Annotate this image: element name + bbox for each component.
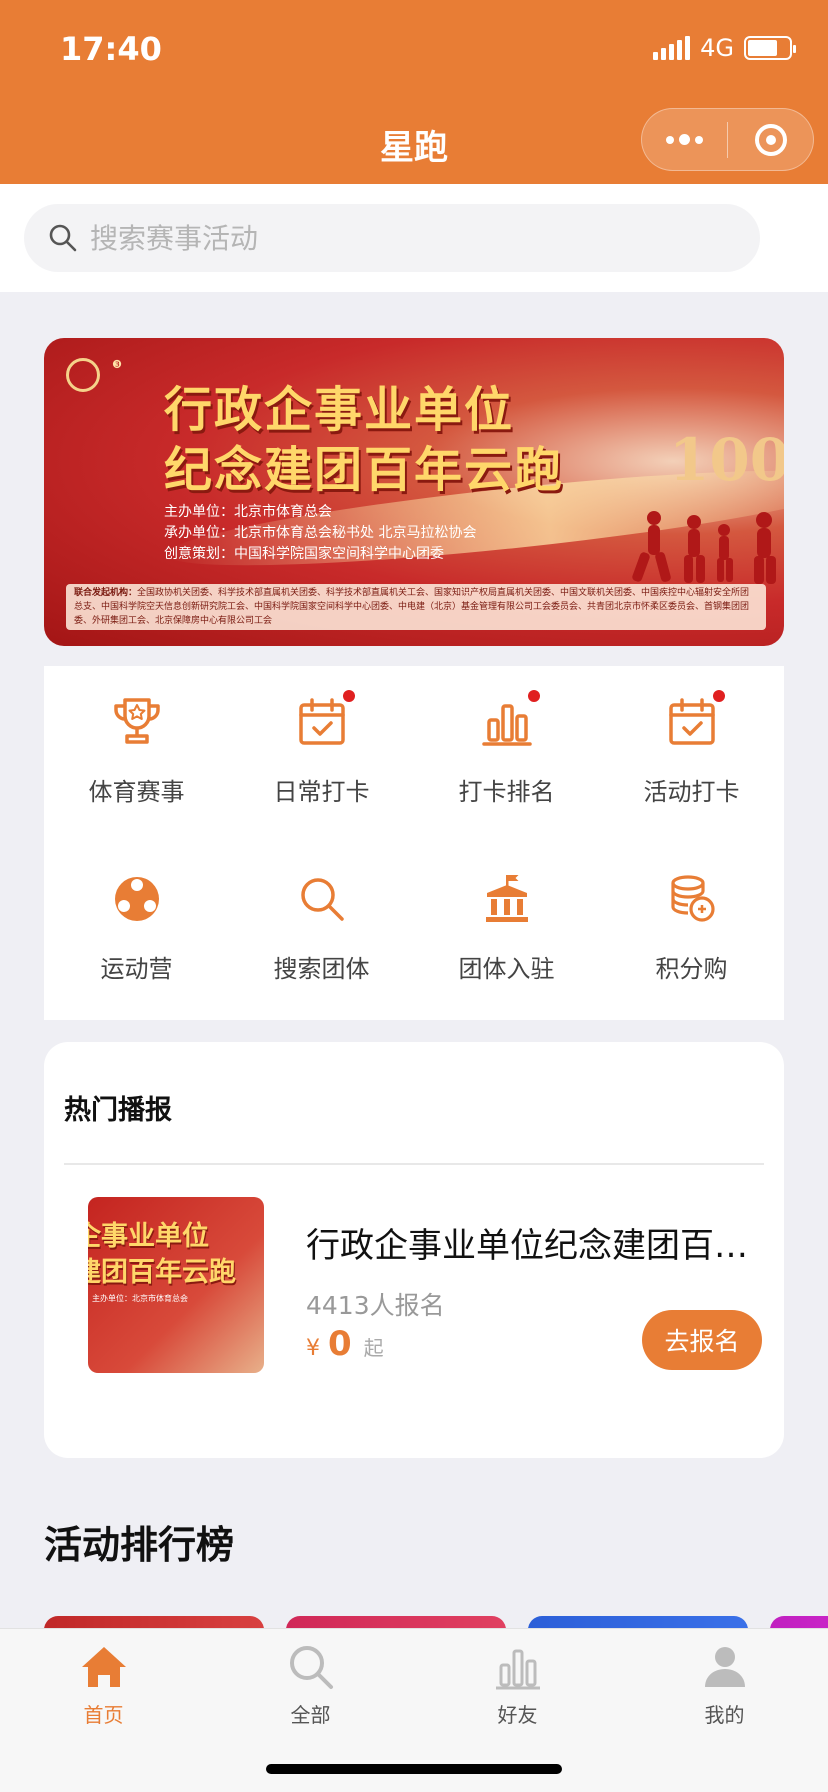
tab-home[interactable]: 首页: [0, 1641, 207, 1728]
section-title: 热门播报: [64, 1095, 172, 1126]
runners-silhouette-icon: [632, 511, 776, 584]
target-icon: [754, 123, 787, 156]
bar-rank-icon: [481, 704, 532, 746]
search-input[interactable]: [90, 221, 690, 255]
coins-icon: [670, 875, 715, 922]
grid-item-activity-checkin[interactable]: 活动打卡: [599, 666, 784, 843]
ranking-title: 活动排行榜: [44, 1523, 235, 1567]
status-time: 17:40: [60, 30, 162, 68]
hot-broadcast-card: 热门播报 企事业单位建团百年云跑 主办单位：北京市体育总会 行政企事业单位纪念建…: [44, 1042, 784, 1458]
camp-icon: [114, 877, 159, 921]
trophy-icon: [113, 698, 160, 744]
search-icon: [49, 224, 77, 252]
banner-info: 主办单位：北京市体育总会 承办单位：北京市体育总会秘书处 北京马拉松协会 创意策…: [164, 504, 477, 562]
user-icon: [704, 1647, 745, 1687]
marathon-logo-icon: ❸: [112, 358, 122, 371]
grid-item-points-shop[interactable]: 积分购: [599, 843, 784, 1020]
app-header: 17:40 4G 星跑: [0, 0, 828, 184]
search-icon: [289, 1646, 333, 1689]
miniprogram-capsule: [641, 108, 814, 171]
building-icon: [485, 875, 528, 922]
tab-all[interactable]: 全部: [207, 1641, 414, 1728]
organizer-logo-icon: [66, 358, 100, 392]
calendar-check-icon: [668, 698, 715, 745]
signup-count: 4413人报名: [306, 1291, 445, 1320]
status-icons: 4G: [653, 34, 796, 62]
banner-title: 行政企事业单位 纪念建团百年云跑: [164, 382, 565, 498]
grid-item-checkin-ranking[interactable]: 打卡排名: [414, 666, 599, 843]
more-button[interactable]: [642, 109, 727, 170]
home-indicator: [266, 1764, 562, 1774]
promo-banner[interactable]: ❸ 行政企事业单位 纪念建团百年云跑 100 主办单位：北京市体育总会 承办单位…: [44, 338, 784, 646]
grid-item-sports-camp[interactable]: 运动营: [44, 843, 229, 1020]
bar-chart-icon: [495, 1649, 540, 1690]
network-label: 4G: [700, 34, 734, 62]
function-grid: 体育赛事 日常打卡 打卡排名 活动打卡 运动营 搜索团体 团体入驻 积分购: [44, 666, 784, 1020]
event-price: ¥ 0 起: [306, 1324, 384, 1364]
search-box[interactable]: [24, 204, 760, 272]
notification-dot: [713, 690, 725, 702]
banner-centenary-number: 100: [669, 426, 784, 494]
grid-item-daily-checkin[interactable]: 日常打卡: [229, 666, 414, 843]
banner-partners: 联合发起机构：全国政协机关团委、科学技术部直属机关团委、科学技术部直属机关工会、…: [66, 584, 766, 630]
notification-dot: [343, 690, 355, 702]
tab-mine[interactable]: 我的: [621, 1641, 828, 1728]
event-title[interactable]: 行政企事业单位纪念建团百年云跑: [306, 1218, 778, 1267]
notification-dot: [528, 690, 540, 702]
battery-icon: [744, 36, 796, 60]
grid-item-search-groups[interactable]: 搜索团体: [229, 843, 414, 1020]
close-miniprogram-button[interactable]: [728, 109, 813, 170]
more-dots-icon: [666, 134, 703, 145]
event-thumbnail[interactable]: 企事业单位建团百年云跑 主办单位：北京市体育总会: [88, 1197, 264, 1373]
search-bar: [0, 184, 828, 292]
calendar-check-icon: [298, 698, 345, 745]
signup-button[interactable]: 去报名: [642, 1310, 762, 1370]
home-icon: [81, 1647, 126, 1687]
tab-friends[interactable]: 好友: [414, 1641, 621, 1728]
signal-icon: [653, 36, 691, 60]
grid-item-group-join[interactable]: 团体入驻: [414, 843, 599, 1020]
grid-item-sports-events[interactable]: 体育赛事: [44, 666, 229, 843]
search-icon: [300, 878, 344, 921]
